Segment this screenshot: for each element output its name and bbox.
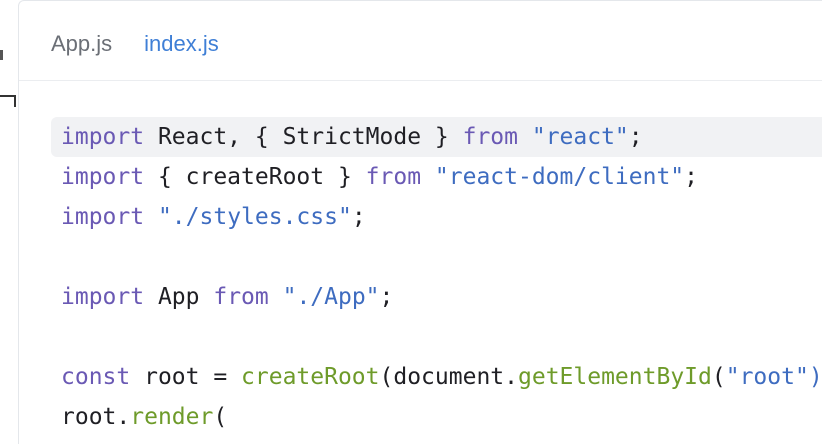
code-token: root = (130, 364, 242, 390)
code-token: "./styles.css" (157, 204, 352, 230)
code-line[interactable]: const root = createRoot(document.getElem… (19, 357, 822, 397)
code-token: import (61, 204, 145, 230)
code-token: ; (628, 124, 643, 150)
code-line[interactable]: import { createRoot } from "react-dom/cl… (19, 157, 822, 197)
tab-index-js[interactable]: index.js (144, 25, 219, 57)
code-token: import (61, 164, 145, 190)
code-token: import (61, 124, 145, 150)
code-token: import (61, 284, 145, 310)
code-token: React, { StrictMode } (144, 124, 463, 150)
code-area[interactable]: import React, { StrictMode } from "react… (19, 117, 822, 437)
code-token: root. (61, 404, 131, 430)
code-token: ; (351, 204, 366, 230)
code-token: from (213, 284, 269, 310)
code-token: ( (213, 404, 228, 430)
tab-app-js[interactable]: App.js (51, 25, 112, 57)
code-line[interactable] (19, 237, 822, 277)
code-token: from (462, 124, 518, 150)
code-token: App (144, 284, 214, 310)
code-token: getElementById (518, 364, 712, 390)
code-token: from (365, 164, 422, 190)
code-line[interactable] (19, 317, 822, 357)
code-line[interactable]: import React, { StrictMode } from "react… (51, 117, 822, 157)
code-line[interactable]: import "./styles.css"; (19, 197, 822, 237)
code-token: const (61, 364, 131, 390)
code-token: render (130, 404, 214, 430)
code-token: ; (379, 284, 394, 310)
code-token: ; (684, 164, 699, 190)
code-editor-panel: App.js index.js import React, { StrictMo… (18, 0, 822, 444)
file-tabs: App.js index.js (19, 1, 822, 81)
code-token: "root") (725, 364, 822, 390)
code-token: ( (711, 364, 726, 390)
code-token: "react-dom/client" (434, 164, 685, 190)
code-token: "react" (531, 124, 629, 150)
code-token: (document. (379, 364, 518, 390)
left-frame-edge (0, 0, 20, 444)
code-token: createRoot (241, 364, 380, 390)
code-token: { createRoot } (144, 164, 366, 190)
code-line[interactable]: import App from "./App"; (19, 277, 822, 317)
frame-mark (14, 95, 16, 107)
frame-mark (0, 50, 3, 60)
code-line[interactable]: root.render( (19, 397, 822, 437)
code-token: "./App" (282, 284, 380, 310)
